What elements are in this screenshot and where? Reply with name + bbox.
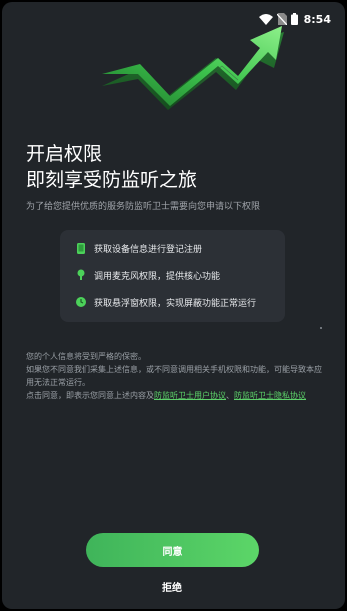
privacy-notice: 您的个人信息将受到严格的保密。 如果您不同意我们采集上述信息，或不同意调用相关手… [26,350,326,402]
reject-button[interactable]: 拒绝 [142,578,202,594]
battery-icon [290,10,298,29]
page-title: 开启权限 即刻享受防监听之旅 [26,141,197,193]
agree-button[interactable]: 同意 [86,533,259,567]
permission-label: 获取悬浮窗权限，实现屏蔽功能正常运行 [94,298,257,309]
permission-item-microphone: 调用麦克风权限，提供核心功能 [76,267,220,283]
privacy-policy-link[interactable]: 防监听卫士隐私协议 [234,391,306,400]
notice-prefix: 点击同意，即表示您同意上述内容及 [26,391,154,400]
microphone-icon [76,269,86,281]
permission-label: 调用麦克风权限，提供核心功能 [94,271,221,282]
status-time: 8:54 [303,12,331,26]
link-separator: 、 [226,391,234,400]
growth-arrow-icon [102,26,284,110]
permission-item-overlay: 获取悬浮窗权限，实现屏蔽功能正常运行 [76,294,256,310]
notice-line-2: 如果您不同意我们采集上述信息，或不同意调用相关手机权限和功能，可能导致本应用无法… [26,365,322,387]
subtitle: 为了给您提供优质的服务防监听卫士需要向您申请以下权限 [26,202,261,212]
permissions-card: 获取设备信息进行登记注册 调用麦克风权限，提供核心功能 获取悬浮窗权限，实现屏蔽… [60,230,285,322]
overlay-icon [76,296,86,308]
title-line-2: 即刻享受防监听之旅 [26,169,198,191]
user-agreement-link[interactable]: 防监听卫士用户协议 [154,391,226,400]
notice-line-1: 您的个人信息将受到严格的保密。 [26,352,146,361]
title-line-1: 开启权限 [26,143,103,165]
notice-line-3: 点击同意，即表示您同意上述内容及防监听卫士用户协议、防监听卫士隐私协议 [26,389,326,402]
phone-icon [76,242,86,254]
decorative-dot [320,327,322,329]
app-screen: 8:54 开启权限 即刻享受防监听之旅 为了给您提供优质的服务防监听卫士需要向您… [2,2,345,609]
permission-item-device-info: 获取设备信息进行登记注册 [76,240,202,256]
permission-label: 获取设备信息进行登记注册 [94,244,203,255]
